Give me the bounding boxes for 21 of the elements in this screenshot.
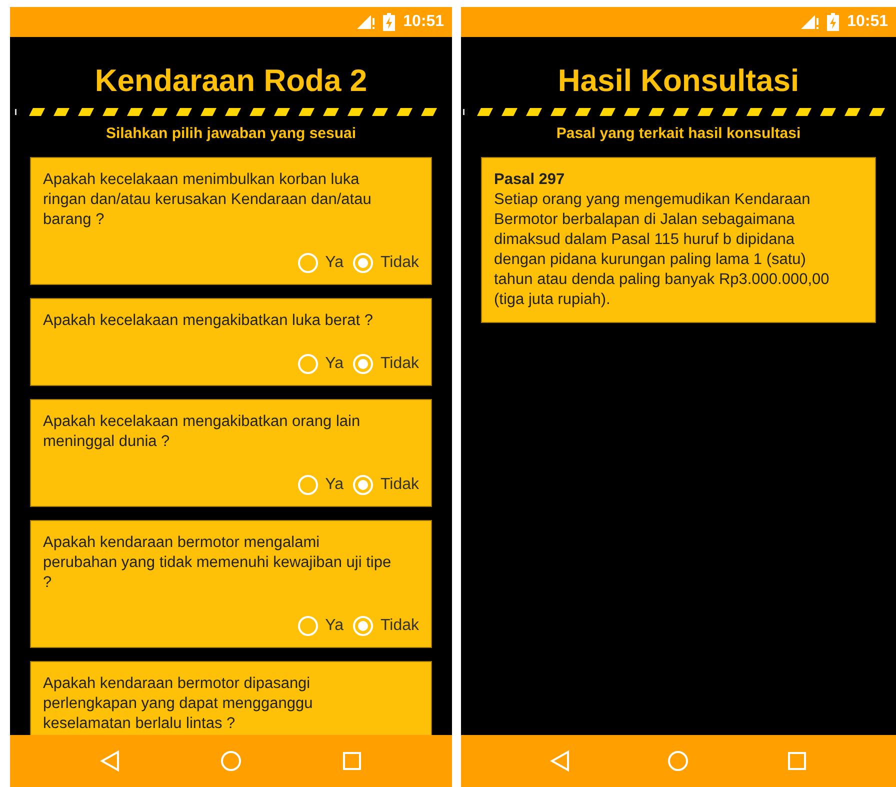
question-text: Apakah kecelakaan menimbulkan korban luka ringan dan/atau kerusakan Kendaraan dan/atau barang ?	[43, 170, 372, 230]
screen-subtitle: Silahkan pilih jawaban yang sesuai	[106, 125, 356, 143]
result-body: Setiap orang yang mengemudikan Kendaraan Bermotor berbalapan di Jalan sebagaimana dimaksud dalam Pasal 115 huruf b dipidana dengan pidana kurungan paling lama 1 (satu) tahun atau denda paling banyak Rp3.000.000,00 (tiga juta rupiah).	[494, 190, 830, 310]
question-text: Apakah kendaraan bermotor dipasangi perlengkapan yang dapat mengganggu keselamatan berlalu lintas ?	[43, 674, 314, 734]
option-label: Tidak	[380, 617, 419, 635]
option-label: Ya	[325, 254, 344, 272]
option-label: Tidak	[380, 355, 419, 373]
question-text: Apakah kendaraan bermotor mengalami perubahan yang tidak memenuhi kewajiban uji tipe ?	[43, 533, 392, 593]
result-heading: Pasal 297	[494, 170, 566, 190]
option-label: Tidak	[380, 476, 419, 494]
status-time: 10:51	[847, 13, 888, 31]
screen-title: Kendaraan Roda 2	[94, 63, 368, 99]
option-label: Ya	[325, 355, 344, 373]
question-text: Apakah kecelakaan mengakibatkan luka berat ?	[43, 311, 374, 331]
option-label: Tidak	[380, 254, 419, 272]
screen-subtitle: Pasal yang terkait hasil konsultasi	[556, 125, 801, 143]
screen-title: Hasil Konsultasi	[558, 63, 800, 99]
option-label: Ya	[325, 476, 344, 494]
status-time: 10:51	[403, 13, 444, 31]
option-label: Ya	[325, 617, 344, 635]
question-text: Apakah kecelakaan mengakibatkan orang lain meninggal dunia ?	[43, 412, 362, 452]
